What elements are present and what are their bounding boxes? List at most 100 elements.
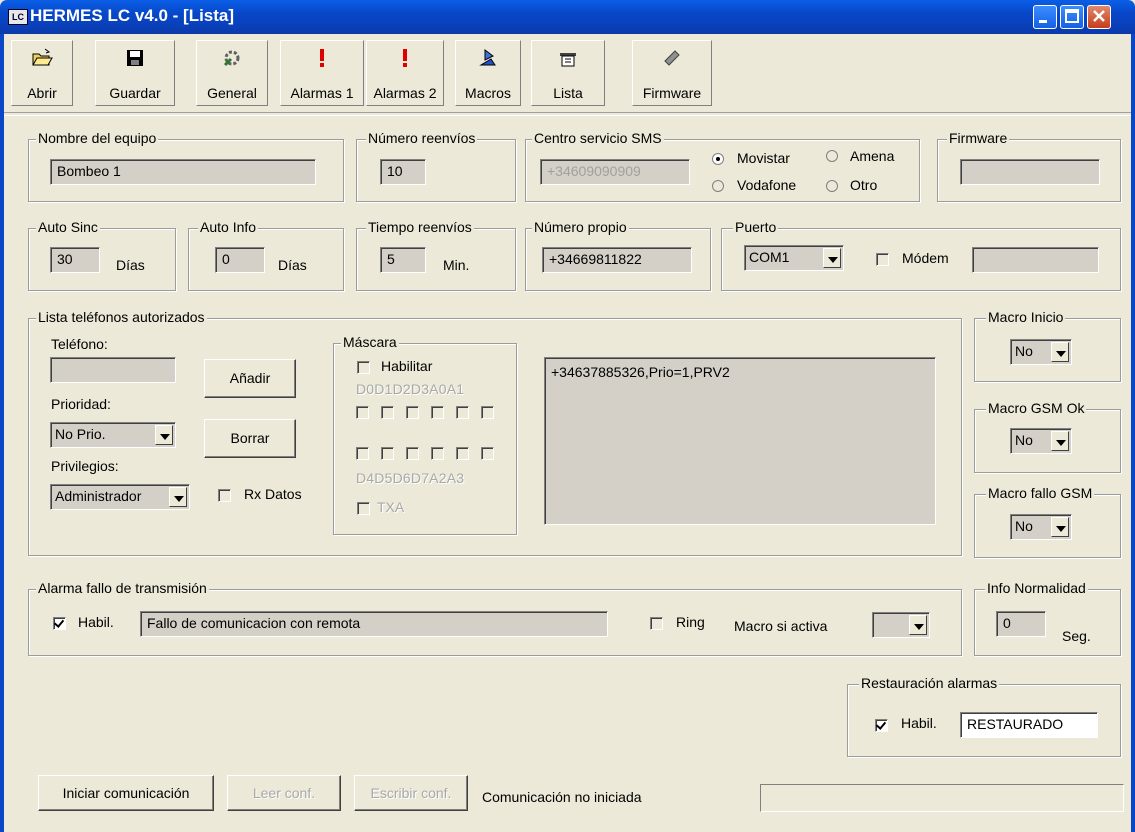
borrar-button[interactable]: Borrar	[204, 419, 296, 458]
mask-bit-checkbox[interactable]	[481, 447, 494, 460]
mask-bottom-labels: D4D5D6D7A2A3	[356, 470, 465, 486]
mask-bit-checkbox[interactable]	[456, 447, 469, 460]
propio-legend: Número propio	[532, 219, 629, 235]
anadir-button[interactable]: Añadir	[204, 359, 296, 398]
general-label: General	[207, 85, 257, 101]
close-button[interactable]	[1087, 5, 1111, 29]
mask-bit-checkbox[interactable]	[381, 406, 394, 419]
macros-button[interactable]: Macros	[455, 40, 521, 106]
puerto-select[interactable]: COM1	[744, 245, 844, 271]
auto-sinc-field[interactable]: 30	[50, 247, 100, 273]
rx-datos-checkbox[interactable]	[218, 489, 231, 502]
propio-field[interactable]: +34669811822	[542, 247, 692, 273]
app-icon[interactable]: LC	[8, 9, 28, 25]
alarma-message-field[interactable]: Fallo de comunicacion con remota	[140, 611, 608, 637]
leer-conf-button[interactable]: Leer conf.	[227, 775, 341, 811]
mask-row-top	[356, 406, 506, 421]
radio-otro[interactable]	[826, 180, 838, 192]
chevron-down-icon[interactable]	[1051, 431, 1069, 451]
habilitar-checkbox[interactable]	[357, 361, 370, 374]
telefono-field[interactable]	[50, 357, 176, 383]
restauracion-field[interactable]: RESTAURADO	[960, 712, 1098, 738]
modem-checkbox[interactable]	[876, 253, 889, 266]
ring-checkbox[interactable]	[650, 617, 663, 630]
txa-checkbox[interactable]	[357, 502, 370, 515]
macro-inicio-select[interactable]: No	[1010, 339, 1072, 365]
firmware-field[interactable]	[960, 159, 1100, 185]
mask-bit-checkbox[interactable]	[406, 447, 419, 460]
macro-fallo-value: No	[1015, 518, 1033, 534]
firmware-label: Firmware	[642, 85, 702, 101]
alarmas1-button[interactable]: Alarmas 1	[280, 40, 364, 106]
restauracion-habil-label: Habil.	[901, 715, 937, 731]
macro-activa-select[interactable]	[872, 612, 930, 638]
macro-gsm-ok-select[interactable]: No	[1010, 428, 1072, 454]
amena-label: Amena	[850, 148, 895, 164]
macro-fallo-select[interactable]: No	[1010, 514, 1072, 540]
macro-fallo-legend: Macro fallo GSM	[986, 485, 1095, 501]
title-bar[interactable]: LC HERMES LC v4.0 - [Lista]	[0, 0, 1135, 34]
privilegios-select[interactable]: Administrador	[50, 484, 190, 510]
lista-button[interactable]: Lista	[531, 40, 605, 106]
mask-bit-checkbox[interactable]	[356, 447, 369, 460]
chevron-down-icon[interactable]	[169, 487, 187, 507]
auto-info-group	[188, 228, 344, 291]
equipo-legend: Nombre del equipo	[36, 130, 159, 146]
guardar-button[interactable]: Guardar	[95, 40, 175, 106]
chevron-down-icon[interactable]	[155, 425, 173, 445]
chevron-down-icon[interactable]	[1051, 342, 1069, 362]
abrir-button[interactable]: Abrir	[11, 40, 73, 106]
radio-amena[interactable]	[826, 150, 838, 162]
mask-bit-checkbox[interactable]	[356, 406, 369, 419]
firmware-button[interactable]: Firmware	[632, 40, 712, 106]
progress-bar	[760, 784, 1124, 812]
auto-sinc-unit: Días	[116, 257, 145, 273]
tiempo-unit: Min.	[443, 257, 470, 273]
macro-inicio-legend: Macro Inicio	[986, 309, 1066, 325]
prioridad-select[interactable]: No Prio.	[50, 422, 176, 448]
escribir-conf-button[interactable]: Escribir conf.	[354, 775, 468, 811]
prioridad-label: Prioridad:	[51, 396, 111, 412]
alarmas2-button[interactable]: Alarmas 2	[366, 40, 444, 106]
radio-movistar[interactable]	[712, 153, 724, 165]
reenvios-field[interactable]: 10	[380, 159, 426, 185]
mask-top-labels: D0D1D2D3A0A1	[356, 381, 465, 397]
status-text: Comunicación no iniciada	[482, 789, 642, 805]
telefono-list-item[interactable]: +34637885326,Prio=1,PRV2	[551, 364, 935, 380]
mask-bit-checkbox[interactable]	[456, 406, 469, 419]
iniciar-comunicacion-button[interactable]: Iniciar comunicación	[38, 775, 214, 811]
puerto-value: COM1	[749, 249, 790, 265]
radio-vodafone[interactable]	[712, 180, 724, 192]
auto-sinc-legend: Auto Sinc	[36, 219, 100, 235]
alarma-habil-checkbox[interactable]	[53, 617, 66, 630]
info-normalidad-legend: Info Normalidad	[985, 580, 1088, 596]
alert-exclamation-icon	[403, 49, 407, 67]
chevron-down-icon[interactable]	[1051, 517, 1069, 537]
maximize-icon	[1065, 9, 1079, 23]
chevron-down-icon[interactable]	[909, 615, 927, 635]
mask-bit-checkbox[interactable]	[381, 447, 394, 460]
alarmas2-label: Alarmas 2	[373, 85, 437, 101]
minimize-button[interactable]	[1033, 5, 1057, 29]
telefonos-listbox[interactable]: +34637885326,Prio=1,PRV2	[544, 357, 936, 525]
window-frame-left	[0, 34, 4, 832]
equipo-name-field[interactable]: Bombeo 1	[50, 159, 316, 185]
mask-bit-checkbox[interactable]	[481, 406, 494, 419]
restauracion-legend: Restauración alarmas	[859, 675, 1000, 691]
sms-center-field[interactable]: +34609090909	[540, 159, 690, 185]
mask-bit-checkbox[interactable]	[431, 406, 444, 419]
mask-bit-checkbox[interactable]	[431, 447, 444, 460]
general-button[interactable]: General	[196, 40, 268, 106]
modem-field[interactable]	[972, 247, 1099, 273]
mask-bit-checkbox[interactable]	[406, 406, 419, 419]
window-title: HERMES LC v4.0 - [Lista]	[30, 6, 235, 25]
chevron-down-icon[interactable]	[823, 248, 841, 268]
maximize-button[interactable]	[1060, 5, 1084, 29]
tiempo-field[interactable]: 5	[380, 247, 426, 273]
auto-info-legend: Auto Info	[198, 219, 259, 235]
macro-activa-label: Macro si activa	[734, 618, 828, 634]
auto-info-field[interactable]: 0	[215, 247, 265, 273]
ring-label: Ring	[676, 614, 705, 630]
restauracion-habil-checkbox[interactable]	[875, 719, 888, 732]
info-normalidad-field[interactable]: 0	[996, 611, 1046, 637]
